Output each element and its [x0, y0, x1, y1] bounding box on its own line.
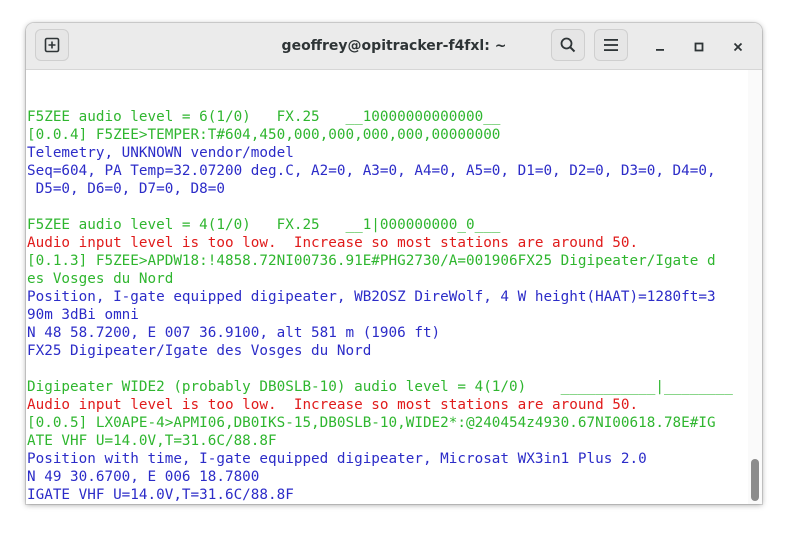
terminal-line: Audio input level is too low. Increase s…: [27, 397, 639, 413]
vertical-scrollbar[interactable]: [748, 70, 762, 504]
terminal-line: [0.0.5] LX0APE-4>APMI06,DB0IKS-15,DB0SLB…: [27, 415, 716, 431]
terminal-line: F5ZEE audio level = 6(1/0) FX.25 __10000…: [27, 109, 501, 125]
hamburger-menu-icon: [603, 38, 619, 52]
search-icon: [560, 37, 576, 53]
maximize-icon: [694, 37, 704, 56]
terminal-line: IGATE VHF U=14.0V,T=31.6C/88.8F: [27, 487, 294, 503]
scrollbar-thumb[interactable]: [751, 459, 759, 501]
terminal-line: es Vosges du Nord: [27, 271, 174, 287]
terminal-line: F5ZEE audio level = 4(1/0) FX.25 __1|000…: [27, 217, 501, 233]
terminal-line: 90m 3dBi omni: [27, 307, 139, 323]
minimize-button[interactable]: [649, 35, 671, 57]
terminal-output[interactable]: F5ZEE audio level = 6(1/0) FX.25 __10000…: [26, 70, 748, 504]
close-button[interactable]: [727, 35, 749, 57]
terminal-line: D5=0, D6=0, D7=0, D8=0: [27, 181, 225, 197]
terminal-line: [0.0.4] F5ZEE>TEMPER:T#604,450,000,000,0…: [27, 127, 501, 143]
terminal-line: FX25 Digipeater/Igate des Vosges du Nord: [27, 343, 372, 359]
terminal-line: [0.1.3] F5ZEE>APDW18:!4858.72NI00736.91E…: [27, 253, 716, 269]
terminal-line: N 48 58.7200, E 007 36.9100, alt 581 m (…: [27, 325, 441, 341]
terminal-window: geoffrey@opitracker-f4fxl: ~ F5ZEE audio…: [26, 23, 762, 504]
terminal-line: N 49 30.6700, E 006 18.7800: [27, 469, 260, 485]
new-tab-icon: [44, 37, 60, 53]
terminal-line: ATE VHF U=14.0V,T=31.6C/88.8F: [27, 433, 277, 449]
terminal-lines: F5ZEE audio level = 6(1/0) FX.25 __10000…: [27, 90, 749, 504]
minimize-icon: [655, 37, 665, 56]
close-icon: [733, 37, 743, 56]
terminal-line: Audio input level is too low. Increase s…: [27, 235, 639, 251]
menu-button[interactable]: [594, 29, 628, 61]
terminal-line: Seq=604, PA Temp=32.07200 deg.C, A2=0, A…: [27, 163, 716, 179]
terminal-line: Position, I-gate equipped digipeater, WB…: [27, 289, 716, 305]
maximize-button[interactable]: [688, 35, 710, 57]
terminal-line: Digipeater WIDE2 (probably DB0SLB-10) au…: [27, 379, 733, 395]
title-bar[interactable]: geoffrey@opitracker-f4fxl: ~: [26, 23, 762, 70]
terminal-line: Position with time, I-gate equipped digi…: [27, 451, 647, 467]
terminal-line: Telemetry, UNKNOWN vendor/model: [27, 145, 294, 161]
new-tab-button[interactable]: [35, 29, 69, 61]
search-button[interactable]: [551, 29, 585, 61]
